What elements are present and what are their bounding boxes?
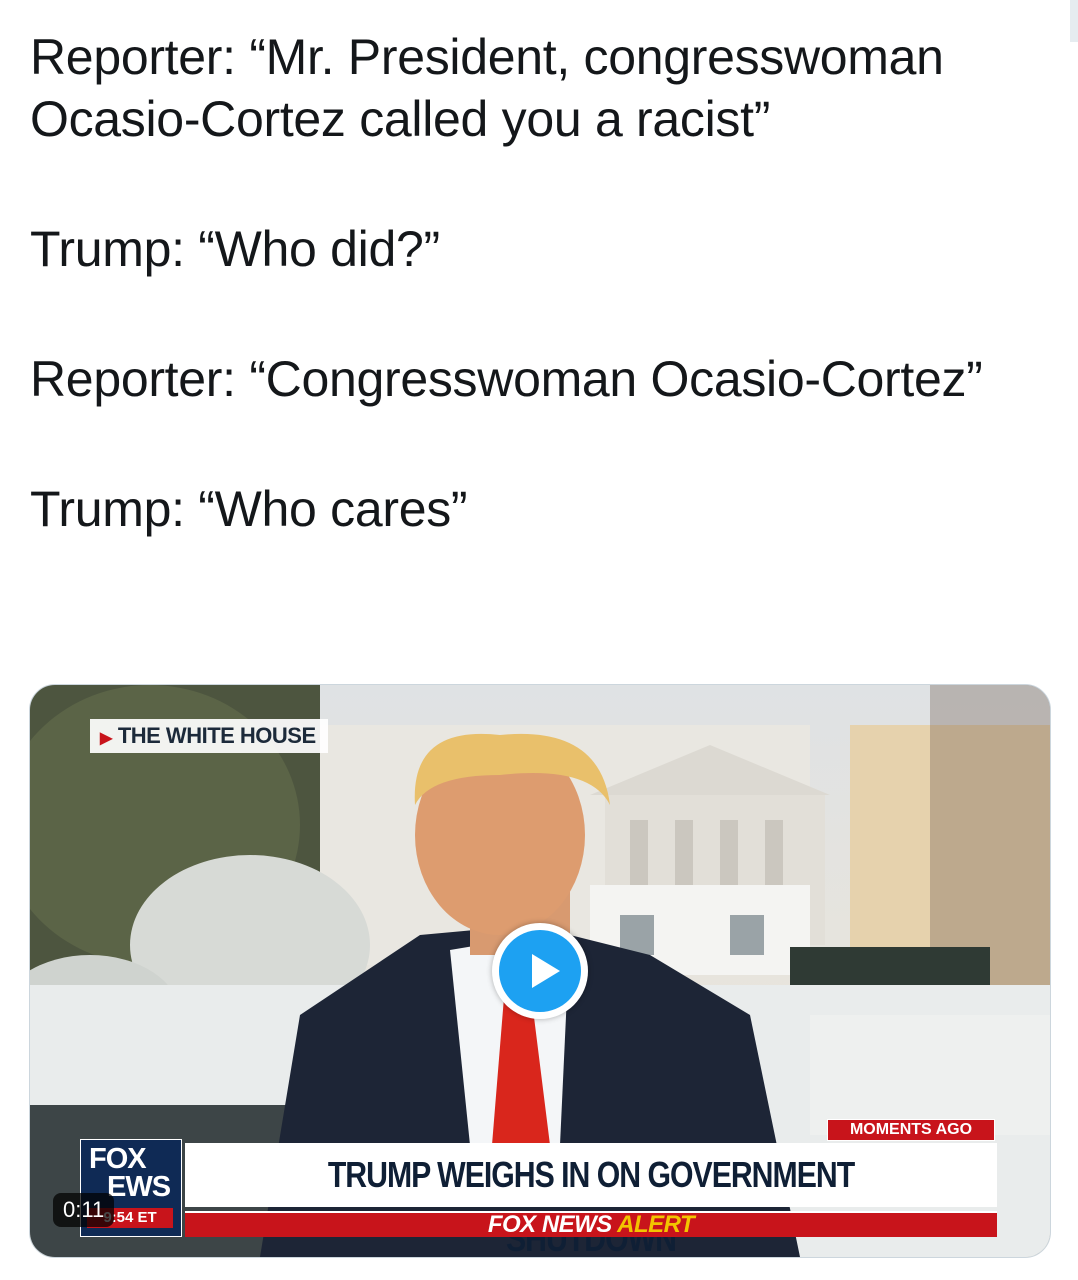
tweet-line: Trump: “Who cares” [30,481,468,537]
play-button[interactable] [492,923,588,1019]
location-tag: ▶ THE WHITE HOUSE [90,719,328,753]
logo-line-1: FOX [89,1143,147,1175]
headline-chyron: TRUMP WEIGHS IN ON GOVERNMENT SHUTDOWN [185,1143,997,1257]
play-triangle-icon: ▶ [100,730,112,747]
alert-bar: FOX NEWS ALERT [185,1211,997,1237]
video-player[interactable]: ▶ THE WHITE HOUSE MOMENTS AGO FOX EWS 9:5… [29,684,1051,1258]
scrollbar-indicator[interactable] [1070,0,1078,42]
alert-network: FOX NEWS [487,1211,613,1238]
tweet-line: Reporter: “Mr. President, congresswoman … [30,29,944,147]
tweet-text: Reporter: “Mr. President, congresswoman … [30,26,1060,608]
moments-ago-tag: MOMENTS AGO [827,1119,995,1141]
alert-label: ALERT [617,1211,695,1238]
tweet-line: Trump: “Who did?” [30,221,440,277]
video-duration: 0:11 [53,1193,115,1227]
tweet-line: Reporter: “Congresswoman Ocasio-Cortez” [30,351,983,407]
location-label: THE WHITE HOUSE [117,723,316,748]
logo-line-2: EWS [107,1171,171,1203]
play-icon [499,930,581,1012]
headline-text: TRUMP WEIGHS IN ON GOVERNMENT SHUTDOWN [327,1154,855,1258]
